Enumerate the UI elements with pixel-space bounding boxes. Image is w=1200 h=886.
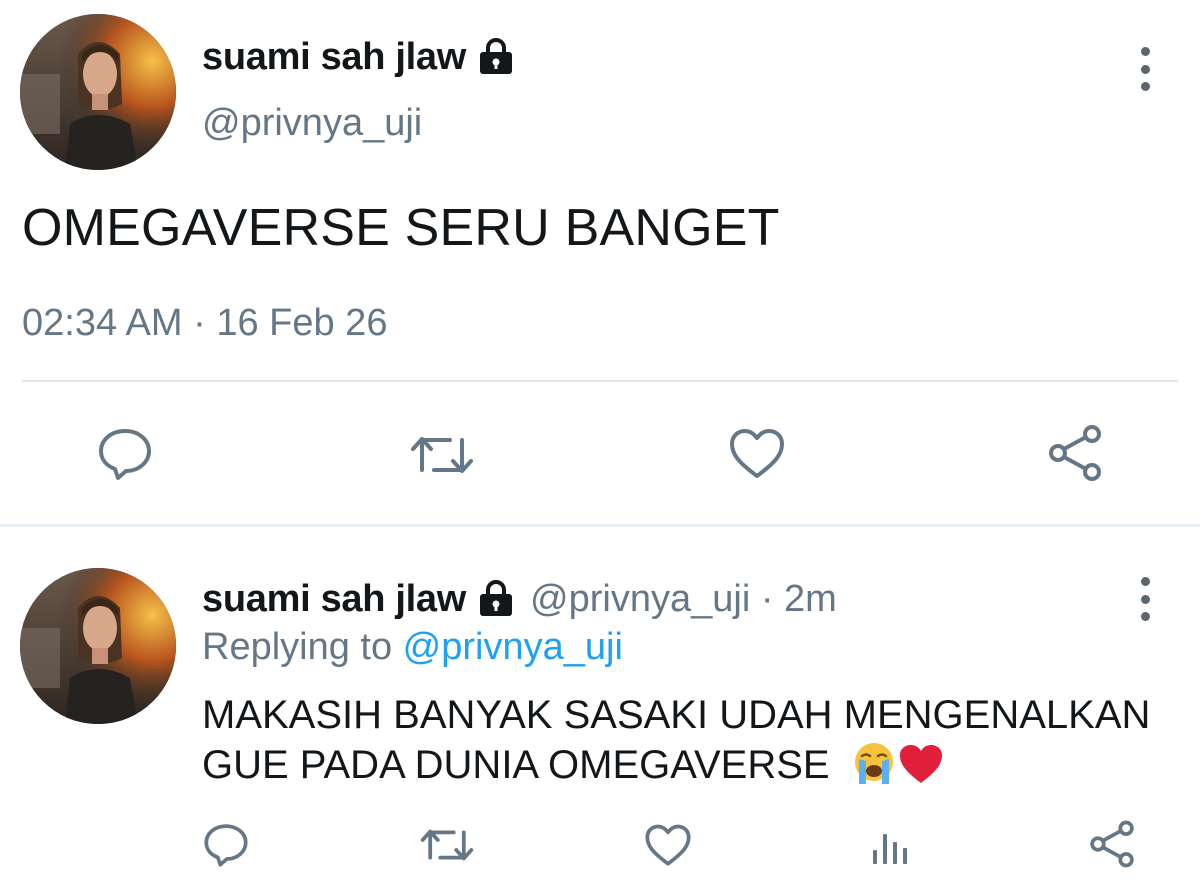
- reply-text-line-2: GUE PADA DUNIA OMEGAVERSE: [202, 740, 1182, 798]
- replying-to-link[interactable]: @privnya_uji: [403, 626, 623, 668]
- reply-text-line-2-text: GUE PADA DUNIA OMEGAVERSE: [202, 743, 830, 787]
- tweet-detail-screen: suami sah jlaw @privnya_uji OMEGAVERSE S…: [0, 0, 1200, 886]
- author-name-row[interactable]: suami sah jlaw: [202, 36, 516, 79]
- author-handle[interactable]: @privnya_uji: [202, 102, 422, 145]
- like-icon[interactable]: [644, 824, 692, 867]
- tweet-text: OMEGAVERSE SERU BANGET: [22, 199, 780, 257]
- retweet-icon[interactable]: [420, 824, 474, 866]
- like-icon[interactable]: [728, 428, 786, 480]
- section-divider: [0, 524, 1200, 527]
- reply-text: MAKASIH BANYAK SASAKI UDAH MENGENALKAN G…: [202, 690, 1182, 798]
- separator-dot: ·: [750, 578, 785, 620]
- avatar-image: [20, 14, 176, 170]
- lock-icon: [476, 38, 516, 77]
- share-icon[interactable]: [1046, 424, 1104, 482]
- avatar-image: [20, 568, 176, 724]
- red-heart-emoji: [897, 742, 945, 798]
- more-vertical-icon[interactable]: [1130, 574, 1160, 624]
- tweet-actions-bar: [0, 420, 1200, 490]
- avatar[interactable]: [20, 14, 176, 170]
- reply-age: 2m: [784, 578, 837, 620]
- reply-author-handle[interactable]: @privnya_uji: [530, 578, 750, 621]
- share-icon[interactable]: [1088, 820, 1136, 868]
- replying-to-line: Replying to @privnya_uji: [202, 626, 623, 669]
- reply-author-row: suami sah jlaw @privnya_uji · 2m: [202, 578, 837, 621]
- reply-icon[interactable]: [96, 426, 154, 482]
- reply-text-line-1: MAKASIH BANYAK SASAKI UDAH MENGENALKAN: [202, 693, 1151, 737]
- loudly-crying-face-emoji: [851, 740, 897, 798]
- lock-icon: [476, 580, 516, 619]
- reply-author-display-name[interactable]: suami sah jlaw: [202, 578, 466, 621]
- analytics-icon[interactable]: [870, 826, 910, 866]
- author-display-name[interactable]: suami sah jlaw: [202, 36, 466, 79]
- tweet-timestamp[interactable]: 02:34 AM · 16 Feb 26: [22, 302, 387, 345]
- reply-icon[interactable]: [202, 822, 250, 868]
- more-vertical-icon[interactable]: [1130, 44, 1160, 94]
- retweet-icon[interactable]: [410, 430, 474, 480]
- divider: [22, 380, 1178, 382]
- reply-avatar[interactable]: [20, 568, 176, 724]
- reply-actions-bar: [0, 818, 1200, 878]
- replying-to-label: Replying to: [202, 626, 403, 668]
